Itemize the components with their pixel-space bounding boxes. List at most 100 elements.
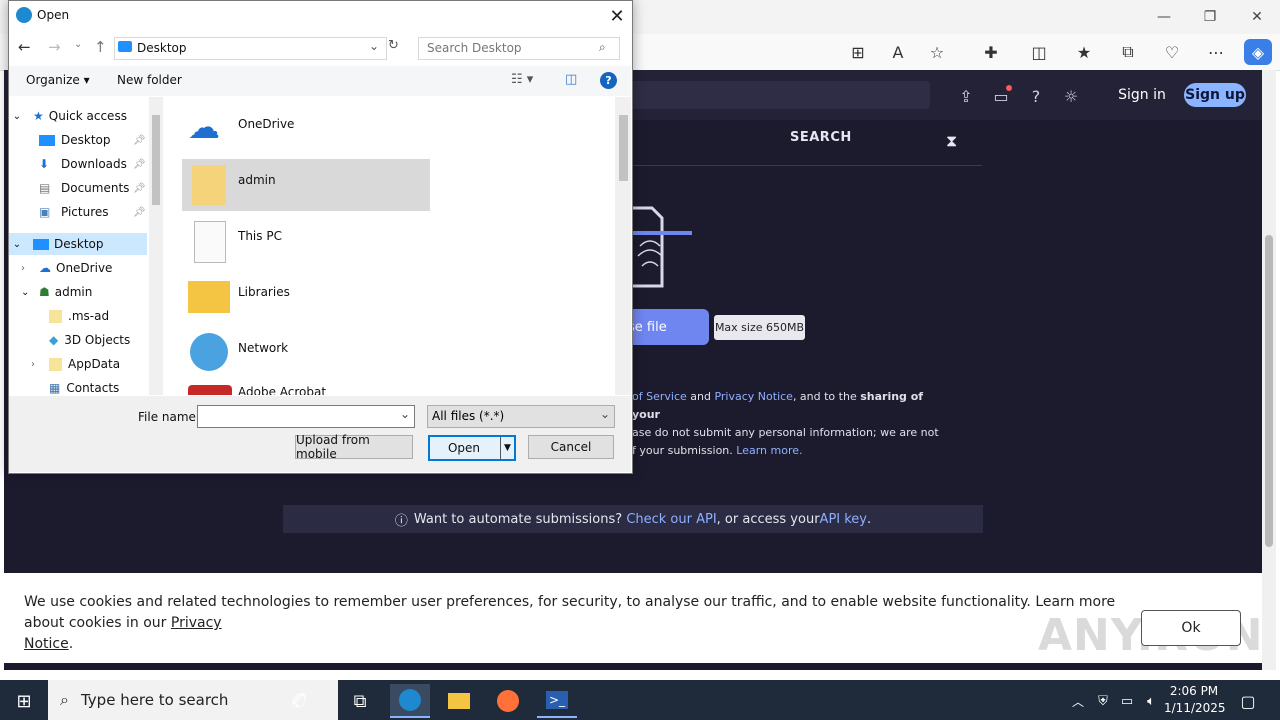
favorite-icon[interactable]: ☆ — [923, 39, 951, 65]
security-icon[interactable]: ⛨ — [1092, 684, 1114, 718]
upload-icon[interactable]: ⇪ — [955, 85, 977, 107]
blank-file-icon — [194, 221, 226, 263]
refresh-icon[interactable]: ↻ — [388, 38, 406, 58]
sign-up-button[interactable]: Sign up — [1184, 83, 1246, 107]
file-explorer-icon[interactable] — [439, 684, 479, 718]
file-item-network[interactable]: Network — [182, 327, 430, 379]
more-icon[interactable]: ⋯ — [1202, 39, 1230, 65]
chevron-down-icon[interactable]: ⌄ — [400, 407, 410, 421]
cloud-icon: ☁ — [188, 108, 220, 146]
restore-button[interactable]: ❐ — [1197, 6, 1223, 28]
extensions-icon[interactable]: ✚ — [977, 39, 1005, 65]
nav-item-desktop-quick[interactable]: Desktop 📌︎ — [39, 129, 147, 151]
powershell-icon[interactable]: >_ — [537, 684, 577, 718]
file-item-this-pc[interactable]: This PC — [182, 215, 430, 267]
nav-item-downloads[interactable]: ⬇ Downloads 📌︎ — [39, 153, 147, 175]
file-name-input[interactable]: ⌄ — [197, 405, 415, 428]
nav-scroll-thumb[interactable] — [152, 115, 160, 205]
file-item-admin[interactable]: admin — [182, 159, 430, 211]
choose-file-button[interactable]: se file — [628, 309, 709, 345]
forward-icon[interactable]: → — [48, 38, 61, 56]
address-bar[interactable]: Desktop ⌄ — [114, 37, 387, 60]
read-aloud-icon[interactable]: A — [884, 39, 912, 65]
nav-item-3d-objects[interactable]: ◆ 3D Objects — [49, 329, 147, 351]
volume-icon[interactable]: 🔈︎ — [1140, 684, 1162, 718]
tab-search[interactable]: SEARCH — [790, 130, 860, 150]
choose-file-label: se file — [628, 319, 667, 335]
chevron-down-icon: ⌄ — [21, 286, 30, 298]
back-icon[interactable]: ← — [18, 38, 31, 56]
chevron-down-icon: ▾ — [83, 73, 90, 87]
view-options-icon[interactable]: ☷ ▾ — [511, 72, 533, 87]
page-scroll-thumb[interactable] — [1265, 235, 1273, 547]
file-item-adobe-acrobat[interactable]: Adobe Acrobat — [182, 383, 430, 395]
nav-item-pictures[interactable]: ▣ Pictures 📌︎ — [39, 201, 147, 223]
open-dropdown-icon[interactable]: ▼ — [500, 437, 514, 459]
copilot-icon[interactable]: ◈ — [1244, 39, 1272, 65]
header-search-field[interactable] — [600, 81, 930, 109]
dialog-close-button[interactable]: ✕ — [606, 5, 628, 27]
cookie-ok-button[interactable]: Ok — [1141, 610, 1241, 646]
close-window-button[interactable]: ✕ — [1244, 6, 1270, 28]
privacy-notice-link[interactable]: Privacy Notice — [714, 390, 792, 403]
minimize-button[interactable]: — — [1151, 6, 1177, 28]
check-api-link[interactable]: Check our API — [626, 512, 716, 527]
task-view-icon[interactable]: ⧉ — [340, 684, 380, 718]
cookie-privacy-link[interactable]: Privacy — [171, 615, 222, 631]
open-button[interactable]: Open ▼ — [428, 435, 516, 461]
pictures-icon: ▣ — [39, 205, 51, 219]
clock[interactable]: 2:06 PM 1/11/2025 — [1164, 683, 1226, 717]
sign-in-link[interactable]: Sign in — [1114, 84, 1170, 106]
firefox-icon[interactable] — [488, 684, 528, 718]
nav-label: Pictures — [61, 205, 109, 219]
nav-scrollbar[interactable] — [149, 97, 163, 395]
split-screen-icon[interactable]: ◫ — [1025, 39, 1053, 65]
new-folder-button[interactable]: New folder — [117, 73, 182, 87]
help-icon[interactable]: ? — [600, 72, 617, 89]
help-icon[interactable]: ? — [1025, 85, 1047, 107]
upload-from-mobile-button[interactable]: Upload from mobile — [295, 433, 413, 461]
organize-button[interactable]: Organize ▾ — [26, 73, 90, 87]
notifications-center-icon[interactable]: ▢ — [1234, 684, 1262, 718]
learn-more-link[interactable]: Learn more. — [736, 444, 802, 457]
cancel-button[interactable]: Cancel — [528, 435, 614, 459]
cookie-notice-link[interactable]: Notice — [24, 636, 69, 652]
contacts-icon: ▦ — [49, 381, 61, 395]
file-item-onedrive[interactable]: ☁ OneDrive — [182, 103, 430, 155]
file-scrollbar[interactable] — [615, 97, 631, 395]
taskbar-search-placeholder: Type here to search — [80, 691, 229, 709]
nav-item-desktop[interactable]: ⌄ Desktop — [9, 233, 147, 255]
edge-taskbar-icon[interactable] — [390, 684, 430, 718]
favorites-icon[interactable]: ★ — [1070, 39, 1098, 65]
recent-locations-icon[interactable]: ⌄ — [74, 39, 82, 50]
show-hidden-icons[interactable]: ︿ — [1066, 684, 1090, 718]
search-icon: ⌕ — [60, 690, 69, 709]
up-icon[interactable]: ↑ — [94, 38, 107, 56]
nav-item-admin[interactable]: ⌄ ☗ admin — [21, 281, 147, 303]
star-icon: ★ — [33, 109, 44, 123]
file-scroll-thumb[interactable] — [619, 115, 628, 181]
nav-item-documents[interactable]: ▤ Documents 📌︎ — [39, 177, 147, 199]
start-button[interactable]: ⊞ — [4, 684, 44, 718]
file-type-select[interactable]: All files (*.*) ⌄ — [427, 405, 615, 428]
api-key-link[interactable]: API key — [820, 512, 867, 527]
nav-item-onedrive[interactable]: › ☁ OneDrive — [21, 257, 147, 279]
preview-pane-icon[interactable]: ◫ — [565, 72, 577, 87]
browser-essentials-icon[interactable]: ♡ — [1158, 39, 1186, 65]
terms-link[interactable]: of Service — [632, 390, 687, 403]
apps-icon[interactable]: ⊞ — [844, 39, 872, 65]
address-dropdown-icon[interactable]: ⌄ — [369, 39, 379, 53]
file-item-libraries[interactable]: Libraries — [182, 271, 430, 323]
network-icon[interactable]: ▭ — [1116, 684, 1138, 718]
theme-icon[interactable]: ☼ — [1060, 85, 1082, 107]
news-widget-icon[interactable]: 🏈︎ — [266, 684, 332, 718]
dialog-search-input[interactable]: Search Desktop ⌕ — [418, 37, 620, 60]
nav-item-quick-access[interactable]: ⌄ ★ Quick access — [9, 105, 147, 127]
nav-item-appdata[interactable]: › AppData — [31, 353, 147, 375]
file-name: admin — [238, 173, 276, 187]
collections-icon[interactable]: ⧉ — [1114, 39, 1142, 65]
api-tab-icon[interactable]: ⧗ — [946, 131, 966, 151]
dialog-title: Open — [37, 8, 70, 22]
nav-item-ms-ad[interactable]: .ms-ad — [49, 305, 147, 327]
terms-text-part: , and to the — [792, 390, 861, 403]
